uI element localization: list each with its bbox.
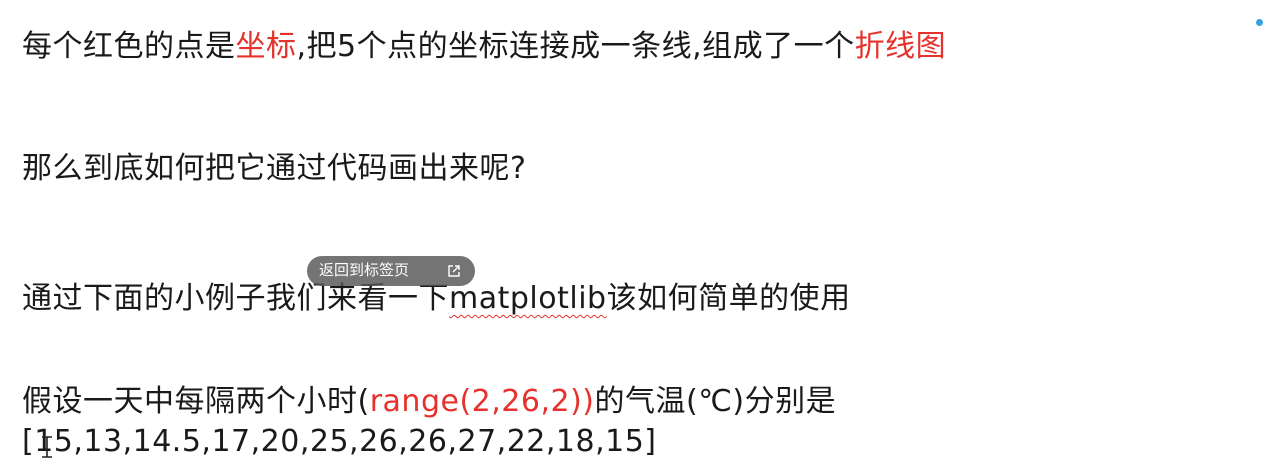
matplotlib-word: matplotlib xyxy=(449,281,607,316)
temperature-list: [15,13,14.5,17,20,25,26,26,27,22,18,15] xyxy=(22,424,657,459)
paragraph-line-2: 那么到底如何把它通过代码画出来呢? xyxy=(22,151,527,186)
back-to-tab-label: 返回到标签页 xyxy=(319,262,410,279)
paragraph-line-3: 通过下面的小例子我们来看一下matplotlib该如何简单的使用 xyxy=(22,281,851,317)
back-to-tab-button[interactable]: 返回到标签页 xyxy=(307,256,475,286)
highlight-line-chart: 折线图 xyxy=(854,29,947,64)
paragraph-line-4: 假设一天中每隔两个小时(range(2,26,2))的气温(℃)分别是 xyxy=(22,384,836,420)
line4-text-a: 假设一天中每隔两个小时( xyxy=(22,384,370,419)
line3-text-a: 通过下面的小例子我们来看一下 xyxy=(22,281,449,316)
highlight-range-call: range(2,26,2)) xyxy=(369,384,595,419)
line1-text-b: ,把5个点的坐标连接成一条线,组成了一个 xyxy=(296,29,855,64)
text-cursor-icon xyxy=(42,436,52,458)
highlight-coordinate: 坐标 xyxy=(235,29,297,64)
line1-text-a: 每个红色的点是 xyxy=(22,29,236,64)
paragraph-line-1: 每个红色的点是坐标,把5个点的坐标连接成一条线,组成了一个折线图 xyxy=(22,29,946,65)
status-dot xyxy=(1256,19,1263,26)
line4-text-b: 的气温(℃)分别是 xyxy=(594,384,837,419)
external-link-icon xyxy=(448,265,460,277)
line3-text-b: 该如何简单的使用 xyxy=(606,281,851,316)
